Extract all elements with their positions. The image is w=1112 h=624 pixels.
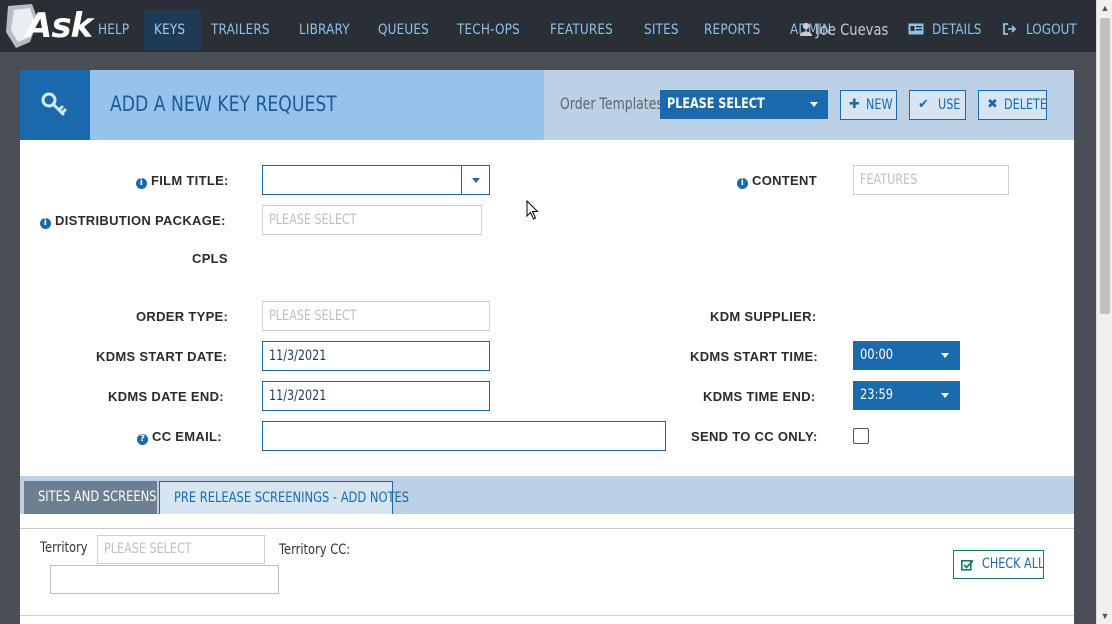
- order-template-select[interactable]: PLEASE SELECT: [660, 90, 828, 119]
- content-label: i CONTENT: [737, 173, 817, 189]
- order-type-label: ORDER TYPE:: [136, 309, 229, 324]
- help-icon[interactable]: ?: [137, 434, 148, 445]
- film-title-dropdown-button[interactable]: [461, 166, 489, 194]
- territory-cc-input[interactable]: [50, 565, 279, 594]
- ask-logo[interactable]: Ask: [2, 2, 93, 50]
- nav-tech-ops[interactable]: TECH-OPS: [447, 10, 540, 50]
- chevron-down-icon: [810, 102, 818, 107]
- mouse-cursor-icon: [526, 200, 539, 220]
- title-box: ADD A NEW KEY REQUEST: [90, 70, 544, 140]
- kdms-date-end-input[interactable]: 11/3/2021: [262, 381, 490, 411]
- kdms-time-end-select[interactable]: 23:59: [853, 381, 960, 410]
- info-icon[interactable]: i: [136, 178, 147, 189]
- scroll-thumb[interactable]: [1100, 18, 1110, 314]
- details-link[interactable]: DETAILS: [908, 10, 989, 50]
- film-title-label: i FILM TITLE:: [136, 173, 229, 189]
- nav-keys[interactable]: KEYS: [144, 10, 201, 50]
- user-menu[interactable]: Joe Cuevas: [800, 10, 904, 50]
- key-icon: [41, 92, 67, 116]
- main-nav: HELP KEYS TRAILERS LIBRARY QUEUES TECH-O…: [88, 10, 848, 50]
- delete-template-button[interactable]: ✖ DELETE: [978, 90, 1047, 120]
- cpls-label: CPLS: [192, 251, 228, 266]
- details-label: DETAILS: [932, 22, 982, 38]
- tab-bar: SITES AND SCREENS PRE RELEASE SCREENINGS…: [20, 476, 1074, 514]
- close-icon: ✖: [987, 97, 998, 112]
- info-icon[interactable]: i: [737, 178, 748, 189]
- new-template-button[interactable]: ✚ NEW: [840, 90, 897, 120]
- logout-label: LOGOUT: [1026, 22, 1077, 38]
- nav-trailers[interactable]: TRAILERS: [201, 10, 289, 50]
- kdms-time-end-label: KDMS TIME END:: [703, 389, 816, 404]
- chevron-down-icon: [941, 353, 949, 358]
- order-type-select[interactable]: PLEASE SELECT: [262, 301, 490, 331]
- nav-sites[interactable]: SITES: [634, 10, 694, 50]
- nav-library[interactable]: LIBRARY: [289, 10, 368, 50]
- nav-queues[interactable]: QUEUES: [368, 10, 447, 50]
- logout-link[interactable]: LOGOUT: [1003, 10, 1085, 50]
- tab-pre-release-screenings[interactable]: PRE RELEASE SCREENINGS - ADD NOTES: [159, 481, 409, 514]
- territory-cc-label: Territory CC:: [279, 542, 351, 558]
- plus-icon: ✚: [849, 97, 860, 112]
- kdms-date-end-label: KDMS DATE END:: [108, 389, 224, 404]
- page-title: ADD A NEW KEY REQUEST: [110, 92, 337, 116]
- use-template-button[interactable]: ✔ USE: [909, 90, 966, 120]
- kdm-supplier-label: KDM SUPPLIER:: [710, 309, 817, 324]
- kdms-start-date-label: KDMS START DATE:: [96, 349, 228, 364]
- card-header: ADD A NEW KEY REQUEST Order Templates PL…: [20, 70, 1074, 140]
- kdms-start-date-input[interactable]: 11/3/2021: [262, 341, 490, 371]
- user-name: Joe Cuevas: [816, 20, 889, 39]
- scroll-down-arrow-icon[interactable]: ▼: [1097, 608, 1112, 624]
- cc-email-label: ? CC EMAIL:: [137, 429, 222, 445]
- check-all-button[interactable]: CHECK ALL: [953, 550, 1044, 579]
- logout-icon: [1003, 23, 1017, 35]
- distribution-package-label: i DISTRIBUTION PACKAGE:: [40, 213, 226, 229]
- cc-email-input[interactable]: [262, 421, 666, 451]
- check-icon: ✔: [918, 97, 929, 112]
- key-icon-box: [20, 70, 90, 140]
- id-card-icon: [908, 23, 924, 35]
- tab-divider: [20, 528, 1074, 529]
- send-to-cc-only-checkbox[interactable]: [853, 428, 869, 444]
- nav-reports[interactable]: REPORTS: [694, 10, 780, 50]
- nav-help[interactable]: HELP: [88, 10, 144, 50]
- chevron-down-icon: [472, 178, 480, 183]
- section-divider: [20, 615, 1074, 616]
- chevron-down-icon: [941, 393, 949, 398]
- territory-select[interactable]: PLEASE SELECT: [97, 535, 265, 564]
- checkbox-checked-icon: [961, 559, 974, 571]
- distribution-package-select[interactable]: PLEASE SELECT: [262, 205, 482, 235]
- page-scrollbar[interactable]: ▲ ▼: [1096, 0, 1112, 624]
- kdms-start-time-label: KDMS START TIME:: [690, 349, 819, 364]
- scroll-up-arrow-icon[interactable]: ▲: [1097, 0, 1112, 16]
- tab-sites-and-screens[interactable]: SITES AND SCREENS: [24, 481, 157, 514]
- content-field[interactable]: FEATURES: [853, 165, 1009, 195]
- key-request-card: ADD A NEW KEY REQUEST Order Templates PL…: [20, 70, 1074, 624]
- send-to-cc-only-label: SEND TO CC ONLY:: [691, 429, 818, 444]
- top-navbar: Ask HELP KEYS TRAILERS LIBRARY QUEUES TE…: [0, 0, 1096, 52]
- kdms-start-time-select[interactable]: 00:00: [853, 341, 960, 370]
- user-icon: [800, 22, 812, 36]
- film-title-combobox[interactable]: [262, 165, 490, 195]
- info-icon[interactable]: i: [40, 218, 51, 229]
- nav-features[interactable]: FEATURES: [540, 10, 633, 50]
- territory-label: Territory: [40, 540, 88, 556]
